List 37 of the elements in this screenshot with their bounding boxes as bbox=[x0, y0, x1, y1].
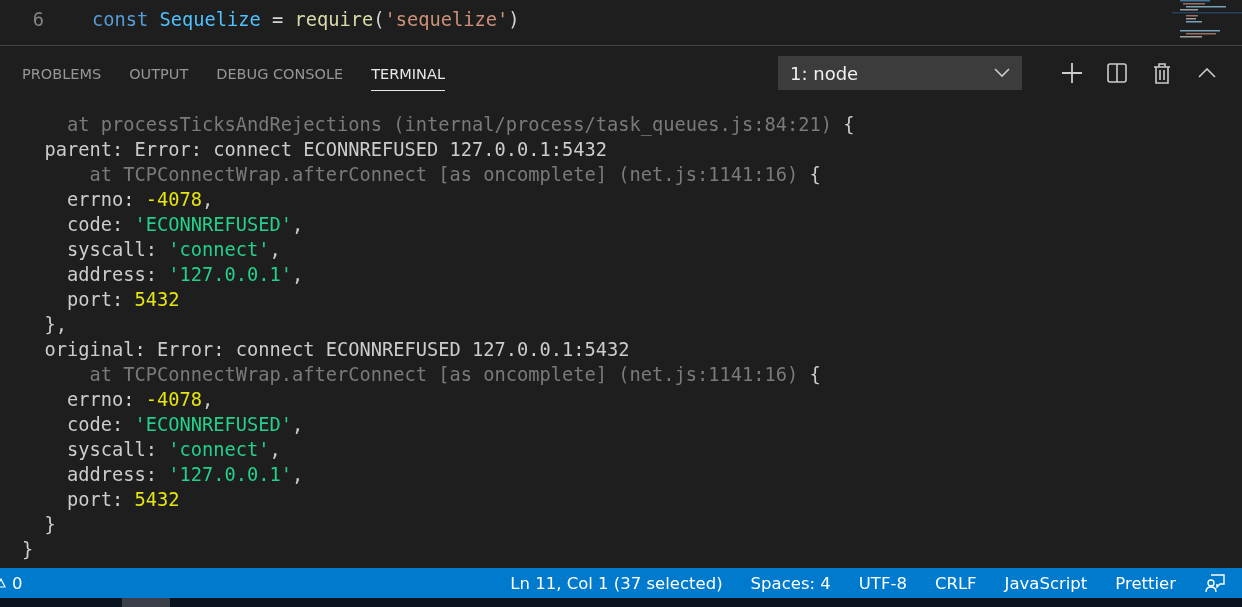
warning-count[interactable]: 0 bbox=[12, 573, 23, 593]
terminal-line: } bbox=[43, 513, 57, 537]
split-icon[interactable] bbox=[1104, 60, 1130, 86]
chevron-down-icon bbox=[994, 68, 1010, 78]
terminal-line: at TCPConnectWrap.afterConnect [as oncomplete] (net.js:1141:16) { bbox=[88, 363, 822, 387]
scrollbar-thumb[interactable] bbox=[122, 598, 170, 607]
terminal-line: at TCPConnectWrap.afterConnect [as oncomplete] (net.js:1141:16) { bbox=[88, 163, 822, 187]
status-item[interactable]: CRLF bbox=[934, 573, 977, 593]
panel-tab[interactable]: TERMINAL bbox=[371, 55, 445, 91]
panel-tab[interactable]: PROBLEMS bbox=[22, 55, 102, 91]
terminal-line: errno: -4078, bbox=[66, 388, 215, 412]
terminal-line: address: '127.0.0.1', bbox=[66, 463, 305, 487]
terminal-line: } bbox=[22, 538, 35, 562]
code-line: const Sequelize = require('sequelize') bbox=[92, 8, 520, 32]
status-item[interactable]: UTF-8 bbox=[858, 573, 907, 593]
panel-tab[interactable]: OUTPUT bbox=[129, 55, 189, 91]
status-item[interactable]: Ln 11, Col 1 (37 selected) bbox=[510, 573, 723, 593]
terminal-line: port: 5432 bbox=[66, 488, 181, 512]
terminal-select[interactable]: 1: node bbox=[778, 56, 1022, 90]
terminal-line: errno: -4078, bbox=[66, 188, 215, 212]
terminal-line: at processTicksAndRejections (internal/process/task_queues.js:84:21) { bbox=[66, 113, 856, 137]
terminal-line: }, bbox=[43, 313, 68, 337]
terminal-line: syscall: 'connect', bbox=[66, 438, 282, 462]
terminal-line: parent: Error: connect ECONNREFUSED 127.0.0.1:5432 bbox=[43, 138, 609, 162]
status-item[interactable]: Prettier bbox=[1115, 573, 1176, 593]
panel-tab[interactable]: DEBUG CONSOLE bbox=[216, 55, 344, 91]
terminal-line: address: '127.0.0.1', bbox=[66, 263, 305, 287]
feedback-icon[interactable] bbox=[1204, 573, 1226, 593]
terminal-line: code: 'ECONNREFUSED', bbox=[66, 413, 305, 437]
terminal-line: original: Error: connect ECONNREFUSED 127.0.0.1:5432 bbox=[43, 338, 631, 362]
line-number: 6 bbox=[31, 8, 44, 32]
status-item[interactable]: Spaces: 4 bbox=[750, 573, 831, 593]
terminal-line: syscall: 'connect', bbox=[66, 238, 282, 262]
terminal-line: port: 5432 bbox=[66, 288, 181, 312]
status-item[interactable]: JavaScript bbox=[1004, 573, 1088, 593]
plus-icon[interactable] bbox=[1059, 60, 1085, 86]
terminal-line: code: 'ECONNREFUSED', bbox=[66, 213, 305, 237]
